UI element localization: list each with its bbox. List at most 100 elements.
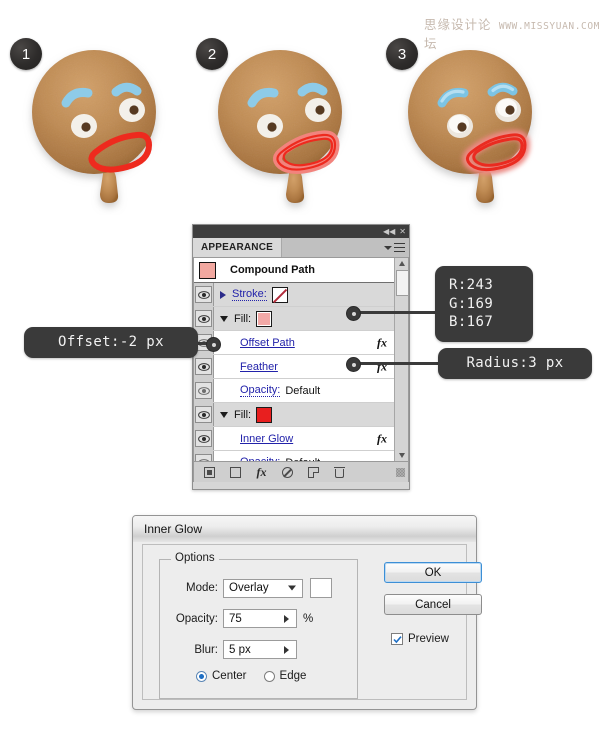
preview-checkbox[interactable] — [391, 633, 403, 645]
appearance-rows: Compound Path Stroke: Fill: Offset Path … — [194, 258, 394, 461]
stepper-arrow-icon[interactable] — [284, 645, 289, 654]
cookie-step-1: 1 — [10, 38, 182, 215]
preview-label: Preview — [408, 633, 449, 645]
fx-icon[interactable]: fx — [377, 431, 387, 446]
close-icon[interactable]: ✕ — [399, 227, 406, 236]
visibility-toggle-opacity-1[interactable] — [194, 379, 214, 402]
appearance-row-offset-path[interactable]: Offset Path fx — [194, 331, 394, 355]
leader-dot-rgb — [346, 306, 361, 321]
row-content-opacity-2: Opacity: Default — [214, 451, 394, 461]
add-new-effect-icon[interactable]: fx — [255, 465, 268, 479]
stepper-arrow-icon[interactable] — [284, 614, 289, 623]
delete-item-icon[interactable] — [333, 466, 346, 479]
row-content-feather: Feather fx — [214, 355, 394, 378]
appearance-row-fill-red[interactable]: Fill: — [194, 403, 394, 427]
opacity-unit: % — [303, 612, 314, 625]
row-content-offset-path: Offset Path fx — [214, 331, 394, 354]
visibility-toggle-stroke[interactable] — [194, 283, 214, 306]
disclosure-triangle-icon[interactable] — [220, 315, 228, 322]
panel-menu-icon[interactable] — [384, 243, 405, 252]
dialog-title: Inner Glow — [133, 516, 476, 542]
fill-swatch-pink[interactable] — [256, 310, 273, 327]
appearance-row-stroke[interactable]: Stroke: — [194, 283, 394, 307]
blur-input[interactable]: 5 px — [223, 640, 297, 659]
appearance-row-feather[interactable]: Feather fx — [194, 355, 394, 379]
object-title: Compound Path — [230, 264, 315, 276]
step-badge-2: 2 — [196, 38, 228, 70]
callout-radius-text: Radius:3 px — [466, 355, 564, 372]
blur-value: 5 px — [229, 643, 251, 656]
row-label-inner-glow[interactable]: Inner Glow — [240, 433, 293, 445]
row-label-opacity-2[interactable]: Opacity: — [240, 456, 280, 461]
panel-body: Compound Path Stroke: Fill: Offset Path … — [193, 258, 409, 461]
stroke-swatch-none[interactable] — [271, 286, 288, 303]
blur-row: Blur: 5 px — [168, 640, 353, 659]
appearance-row-inner-glow[interactable]: Inner Glow fx — [194, 427, 394, 451]
ok-button[interactable]: OK — [384, 562, 482, 583]
row-value-opacity-1: Default — [285, 384, 321, 397]
row-label-offset-path[interactable]: Offset Path — [240, 337, 295, 349]
step-badge-3: 3 — [386, 38, 418, 70]
preview-row[interactable]: Preview — [391, 633, 449, 645]
scrollbar-thumb[interactable] — [396, 270, 409, 296]
clear-appearance-icon[interactable] — [281, 466, 294, 479]
panel-tab-strip: APPEARANCE — [193, 238, 409, 258]
add-new-fill-icon[interactable] — [229, 466, 242, 479]
callout-radius: Radius:3 px — [438, 348, 592, 379]
visibility-toggle-fill-red[interactable] — [194, 403, 214, 426]
mode-select[interactable]: Overlay — [223, 578, 303, 598]
fill-swatch-red[interactable] — [256, 406, 273, 423]
add-new-stroke-icon[interactable] — [203, 466, 216, 479]
panel-scrollbar[interactable] — [394, 258, 409, 461]
glow-color-chip[interactable] — [310, 578, 332, 598]
appearance-row-opacity-1[interactable]: Opacity: Default — [194, 379, 394, 403]
opacity-input[interactable]: 75 — [223, 609, 297, 628]
scroll-down-arrow-icon[interactable] — [395, 450, 408, 461]
visibility-toggle-fill-pink[interactable] — [194, 307, 214, 330]
origin-radio-row: Center Edge — [196, 670, 306, 682]
screenshot-root: 思缘设计论坛 WWW.MISSYUAN.COM 1 2 3 ◀◀ ✕ APPEA… — [0, 0, 600, 750]
mode-value: Overlay — [229, 582, 269, 594]
chevron-down-icon — [384, 245, 392, 250]
callout-offset-text: Offset:-2 px — [58, 334, 164, 351]
radio-edge[interactable] — [263, 670, 275, 682]
radio-edge-label: Edge — [279, 670, 307, 682]
leader-line-radius — [352, 362, 442, 365]
visibility-toggle-opacity-2[interactable] — [194, 451, 214, 461]
leader-line-rgb — [350, 311, 442, 314]
disclosure-triangle-icon[interactable] — [220, 290, 226, 299]
cookie-face-1 — [32, 50, 156, 203]
chevron-down-icon[interactable] — [288, 585, 296, 591]
visibility-toggle-inner-glow[interactable] — [194, 427, 214, 450]
opacity-value: 75 — [229, 612, 242, 625]
cookie-face-2 — [218, 50, 342, 203]
object-swatch — [199, 261, 216, 279]
ok-button-label: OK — [424, 566, 442, 579]
step-badge-1: 1 — [10, 38, 42, 70]
visibility-toggle-feather[interactable] — [194, 355, 214, 378]
callout-rgb-b: B:167 — [449, 314, 494, 331]
row-content-inner-glow: Inner Glow fx — [214, 427, 394, 450]
duplicate-item-icon[interactable] — [307, 466, 320, 479]
scroll-up-arrow-icon[interactable] — [395, 258, 408, 269]
row-label-fill-pink: Fill: — [234, 312, 252, 325]
tab-appearance[interactable]: APPEARANCE — [193, 238, 283, 257]
appearance-row-opacity-2[interactable]: Opacity: Default — [194, 451, 394, 461]
mode-label: Mode: — [186, 582, 218, 594]
row-label-stroke[interactable]: Stroke: — [232, 288, 267, 301]
row-label-feather[interactable]: Feather — [240, 361, 278, 373]
watermark-url: WWW.MISSYUAN.COM — [498, 21, 600, 32]
row-label-fill-red: Fill: — [234, 408, 252, 421]
panel-tab-filler — [282, 238, 409, 257]
callout-rgb-g: G:169 — [449, 295, 494, 312]
disclosure-triangle-icon[interactable] — [220, 411, 228, 418]
collapse-icon[interactable]: ◀◀ — [383, 227, 395, 236]
fx-icon[interactable]: fx — [377, 335, 387, 350]
resize-grip[interactable] — [396, 467, 405, 477]
row-label-opacity-1[interactable]: Opacity: — [240, 384, 281, 397]
opacity-label: Opacity: — [175, 612, 218, 625]
radio-center[interactable] — [196, 670, 207, 682]
row-value-opacity-2: Default — [285, 457, 320, 462]
callout-rgb-r: R:243 — [449, 276, 494, 293]
cancel-button[interactable]: Cancel — [384, 594, 482, 615]
